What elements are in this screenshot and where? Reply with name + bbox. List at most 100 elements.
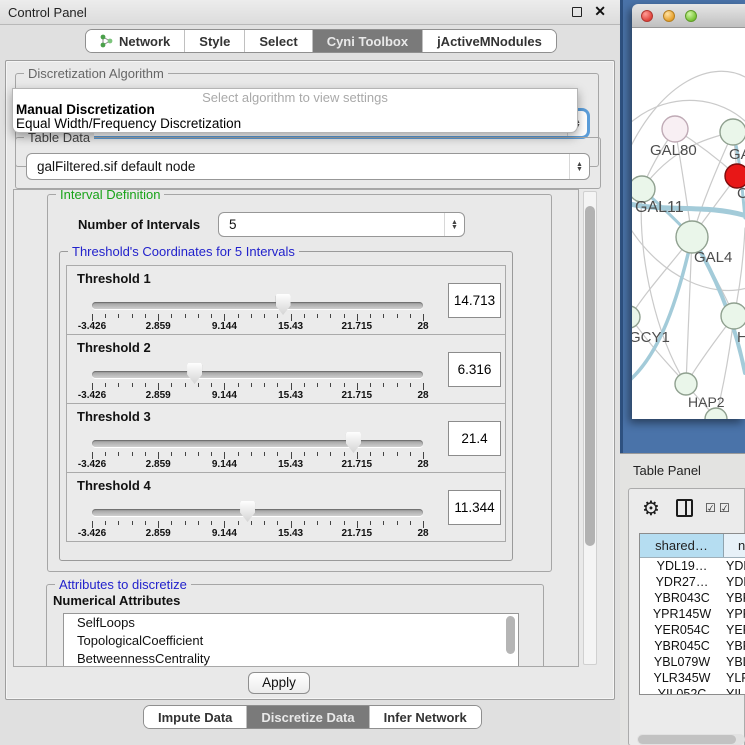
checkbox-icon[interactable]: ☑: [719, 501, 730, 515]
apply-button[interactable]: Apply: [248, 672, 310, 694]
table-column-header[interactable]: na: [724, 534, 745, 557]
attribute-item[interactable]: TopologicalCoefficient: [64, 632, 518, 650]
network-node-label: GAL11: [635, 199, 684, 216]
slider-tick: [211, 383, 212, 387]
control-panel-titlebar: Control Panel ✕: [0, 0, 620, 25]
zoom-traffic-light-icon[interactable]: [685, 10, 697, 22]
slider-track[interactable]: [92, 302, 423, 309]
tab-jactivemnodules[interactable]: jActiveMNodules: [422, 30, 556, 52]
slider-tick: [291, 452, 292, 459]
list-scrollbar-thumb[interactable]: [506, 616, 515, 654]
network-canvas[interactable]: GACGAL11GAL4GCY1HHAP2GAL80: [632, 28, 745, 419]
slider-tick: [198, 383, 199, 387]
popup-item-1[interactable]: Manual Discretization: [13, 103, 577, 117]
slider-tick: [357, 314, 358, 321]
attribute-item[interactable]: SelfLoops: [64, 614, 518, 632]
table-row[interactable]: YIL052CYIL0: [640, 686, 745, 695]
slider-tick-label: 2.859: [146, 321, 171, 332]
numerical-attributes-list: SelfLoopsTopologicalCoefficientBetweenne…: [63, 613, 519, 667]
close-traffic-light-icon[interactable]: [641, 10, 653, 22]
network-edge: [632, 317, 686, 384]
threshold-value-field[interactable]: 21.4: [448, 421, 501, 456]
threshold-value-field[interactable]: 6.316: [448, 352, 501, 387]
tab-discretize-data[interactable]: Discretize Data: [246, 706, 368, 728]
slider-tick: [211, 521, 212, 525]
combo-stepper-icon[interactable]: ▲▼: [444, 213, 464, 236]
slider-tick: [171, 521, 172, 525]
slider-tick-label: 15.43: [278, 390, 303, 401]
tab-style[interactable]: Style: [184, 30, 244, 52]
threshold-value-field[interactable]: 14.713: [448, 283, 501, 318]
table-data-combo[interactable]: galFiltered.sif default node ▲▼: [26, 153, 590, 180]
table-row[interactable]: YDL19…YDL1: [640, 558, 745, 574]
table-row[interactable]: YLR345WYLR3: [640, 670, 745, 686]
main-scrollbar-thumb[interactable]: [585, 206, 595, 546]
network-node[interactable]: [721, 303, 745, 329]
table-row[interactable]: YBR045CYBR0: [640, 638, 745, 654]
table-row[interactable]: YBR043CYBR0: [640, 590, 745, 606]
popup-item-2[interactable]: Equal Width/Frequency Discretization: [13, 117, 577, 131]
network-node[interactable]: [632, 306, 640, 328]
cyni-mode-tabbar: Impute DataDiscretize DataInfer Network: [143, 705, 482, 729]
slider-tick: [370, 452, 371, 456]
network-window-titlebar[interactable]: [632, 4, 745, 28]
network-node[interactable]: [720, 119, 745, 145]
close-icon[interactable]: ✕: [594, 3, 606, 20]
threshold-row: Threshold 3-3.4262.8599.14415.4321.71528…: [66, 403, 506, 473]
slider-tick: [92, 314, 93, 321]
slider-tick: [198, 521, 199, 525]
table-row[interactable]: YDR27…YDR2: [640, 574, 745, 590]
network-node[interactable]: [675, 373, 697, 395]
attribute-item[interactable]: BetweennessCentrality: [64, 650, 518, 667]
table-row[interactable]: YBL079WYBL0: [640, 654, 745, 670]
table-cell: YLR3: [724, 670, 745, 686]
network-node-label: H: [737, 329, 745, 346]
checkbox-icon[interactable]: ☑: [705, 501, 716, 515]
slider-tick: [397, 521, 398, 525]
slider-thumb[interactable]: [346, 432, 361, 453]
slider-tick: [264, 452, 265, 456]
number-of-intervals-label: Number of Intervals: [78, 217, 200, 232]
numerical-attributes-label: Numerical Attributes: [53, 593, 180, 608]
number-of-intervals-combo[interactable]: 5 ▲▼: [218, 212, 465, 237]
table-hscrollbar-thumb[interactable]: [638, 735, 736, 744]
tab-network[interactable]: Network: [86, 30, 184, 52]
slider-thumb[interactable]: [187, 363, 202, 384]
slider-track[interactable]: [92, 509, 423, 516]
table-cell: YER0: [724, 622, 745, 638]
slider-track[interactable]: [92, 440, 423, 447]
slider-thumb[interactable]: [276, 294, 291, 315]
slider-thumb[interactable]: [240, 501, 255, 522]
slider-tick: [224, 383, 225, 390]
slider-tick-label: -3.426: [78, 390, 106, 401]
slider-track[interactable]: [92, 371, 423, 378]
table-cell: YBL079W: [640, 654, 724, 670]
table-row[interactable]: YPR145WYPR1: [640, 606, 745, 622]
tab-impute-data[interactable]: Impute Data: [144, 706, 246, 728]
combo-stepper-icon[interactable]: ▲▼: [569, 154, 589, 179]
tab-infer-network[interactable]: Infer Network: [369, 706, 481, 728]
slider-tick: [264, 314, 265, 318]
slider-tick: [158, 314, 159, 321]
settings-scroll-viewport: Interval Definition Number of Intervals …: [13, 189, 579, 667]
slider-tick: [317, 452, 318, 456]
table-row[interactable]: YER054CYER0: [640, 622, 745, 638]
table-column-header[interactable]: shared…: [640, 534, 724, 557]
column-layout-icon[interactable]: [676, 499, 693, 517]
slider-tick: [291, 521, 292, 528]
slider-tick: [383, 521, 384, 525]
slider-tick: [105, 521, 106, 525]
threshold-value-field[interactable]: 11.344: [448, 490, 501, 525]
slider-tick: [92, 521, 93, 528]
slider-tick: [383, 452, 384, 456]
slider-tick: [158, 383, 159, 390]
float-window-icon[interactable]: [572, 7, 582, 17]
network-node[interactable]: [662, 116, 688, 142]
slider-tick: [171, 314, 172, 318]
tab-select[interactable]: Select: [244, 30, 311, 52]
minimize-traffic-light-icon[interactable]: [663, 10, 675, 22]
gear-icon[interactable]: ⚙: [642, 496, 660, 521]
interval-definition-group: Interval Definition Number of Intervals …: [47, 194, 552, 572]
table-cell: YIL052C: [640, 686, 724, 695]
tab-cyni-toolbox[interactable]: Cyni Toolbox: [312, 30, 422, 52]
